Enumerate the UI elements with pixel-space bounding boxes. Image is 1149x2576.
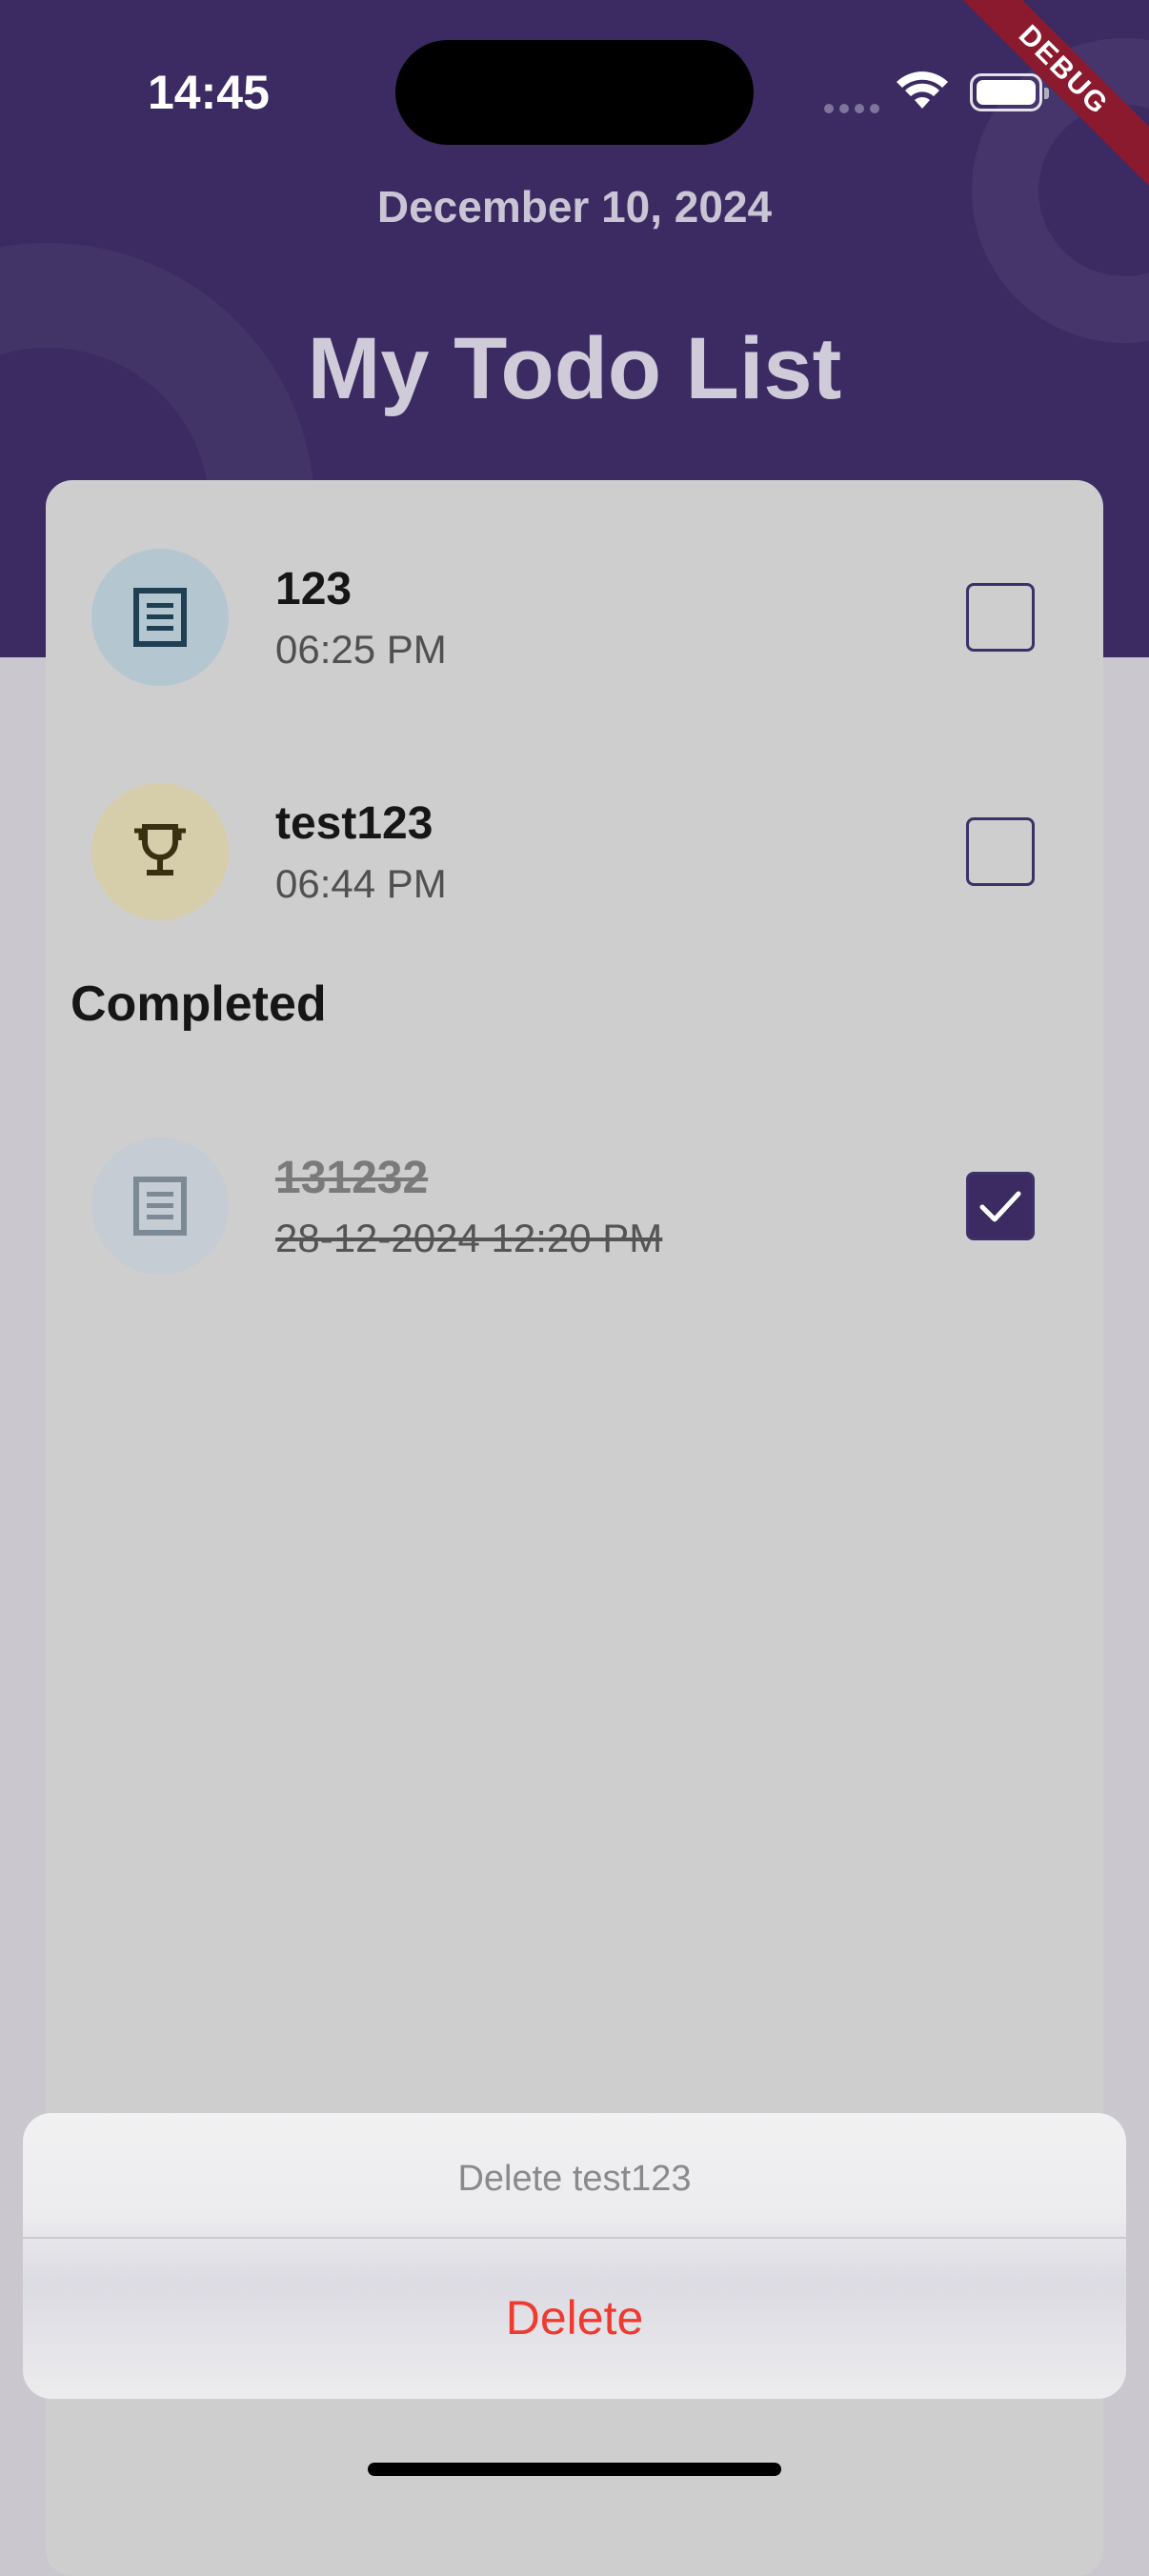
dynamic-island [395, 40, 754, 145]
todo-time: 06:44 PM [275, 861, 447, 906]
todo-title: 131232 [275, 1153, 429, 1203]
todo-time: 28-12-2024 12:20 PM [275, 1216, 663, 1260]
todo-avatar [91, 549, 229, 686]
home-indicator[interactable] [368, 2463, 781, 2476]
todo-checkbox-checked[interactable] [966, 1172, 1035, 1240]
battery-icon [970, 73, 1049, 111]
document-icon [133, 1177, 187, 1236]
todo-avatar [91, 1137, 229, 1275]
todo-checkbox[interactable] [966, 583, 1035, 652]
todo-item[interactable]: 123 06:25 PM [46, 539, 1103, 711]
cellular-signal-icon [824, 101, 885, 118]
check-icon [979, 1191, 1021, 1222]
trophy-icon [134, 824, 186, 875]
delete-button[interactable]: Delete [23, 2237, 1126, 2399]
action-sheet-title: Delete test123 [457, 2159, 692, 2199]
wifi-icon [897, 71, 948, 109]
page-title: My Todo List [307, 320, 842, 417]
todo-checkbox[interactable] [966, 817, 1035, 886]
delete-action-sheet: Delete test123 Delete [23, 2113, 1126, 2399]
status-bar: 14:45 [0, 0, 1149, 191]
completed-todo-item[interactable]: 131232 28-12-2024 12:20 PM [46, 1128, 1103, 1299]
todo-avatar [91, 783, 229, 920]
todo-item[interactable]: test123 06:44 PM [46, 774, 1103, 945]
todo-title: test123 [275, 798, 433, 849]
todo-title: 123 [275, 564, 353, 614]
status-time: 14:45 [148, 66, 270, 119]
todo-time: 06:25 PM [275, 627, 447, 672]
document-icon [133, 588, 187, 647]
completed-section-heading: Completed [71, 976, 327, 1032]
